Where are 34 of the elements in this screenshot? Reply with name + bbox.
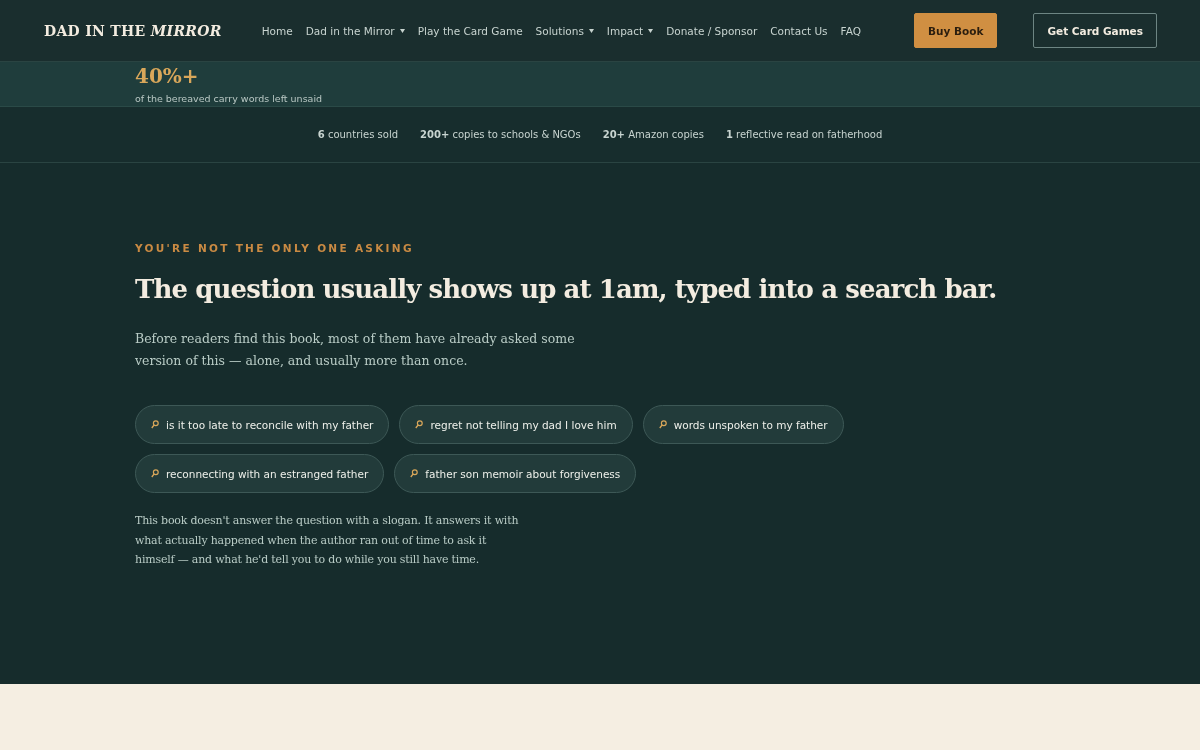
buy-button[interactable]: Buy Book — [914, 13, 998, 48]
stat-item: 200+ copies to schools & NGOs — [420, 129, 581, 140]
site-logo[interactable]: DAD IN THE MIRROR — [44, 22, 222, 39]
nav-link[interactable]: Solutions — [535, 24, 594, 37]
search-query-chip[interactable]: regret not telling my dad I love him — [399, 405, 633, 444]
nav-link[interactable]: Play the Card Game — [417, 24, 523, 37]
caret-icon — [648, 28, 654, 33]
outline-button[interactable]: Get Card Games — [1033, 13, 1157, 48]
intro-paragraph: Before readers find this book, most of them have already asked some version of this — alone, and usually more than once. — [135, 330, 576, 370]
caret-icon — [399, 28, 405, 33]
search-query-chip[interactable]: reconnecting with an estranged father — [135, 454, 385, 493]
search-query-chip[interactable]: father son memoir about forgiveness — [394, 454, 637, 493]
eyebrow-label: YOU'RE NOT THE ONLY ONE ASKING — [135, 242, 415, 254]
caret-icon — [588, 28, 594, 33]
stat-caption: of the bereaved carry words left unsaid — [135, 93, 324, 104]
stat-item: 6 countries sold — [317, 129, 398, 140]
search-query-chip[interactable]: words unspoken to my father — [642, 405, 844, 444]
search-icon — [151, 469, 159, 478]
nav-link[interactable]: Impact — [606, 24, 654, 37]
stat-item: 1 reflective read on fatherhood — [725, 129, 883, 140]
search-icon — [410, 469, 419, 478]
search-icon — [658, 420, 667, 429]
search-icon — [415, 420, 424, 429]
nav-link[interactable]: Contact Us — [770, 24, 828, 37]
nav-link[interactable]: Donate / Sponsor — [666, 24, 758, 37]
search-query-chip[interactable]: is it too late to reconcile with my father — [135, 405, 390, 444]
nav-link[interactable]: Dad in the Mirror — [305, 24, 405, 37]
stat-value: 40%+ — [135, 65, 200, 87]
nav-link[interactable]: Home — [261, 24, 293, 37]
closing-paragraph: This book doesn't answer the question with a slogan. It answers it with what actually happened when the author ran out of time to ask it himself — and what he'd tell you to do while you still have time. — [135, 513, 520, 568]
search-icon — [151, 420, 159, 429]
section-heading: The question usually shows up at 1am, typed into a search bar. — [135, 273, 997, 306]
stat-item: 20+ Amazon copies — [602, 129, 704, 140]
nav-link[interactable]: FAQ — [840, 24, 861, 37]
